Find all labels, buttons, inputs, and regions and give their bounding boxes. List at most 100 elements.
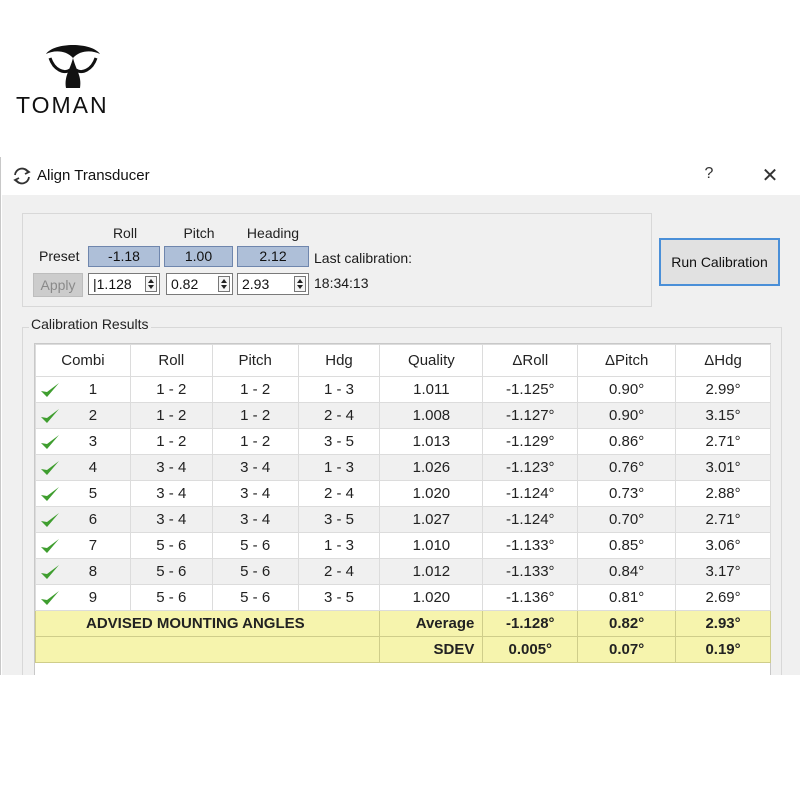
spin-up-icon[interactable] xyxy=(148,279,154,283)
spin-down-icon[interactable] xyxy=(148,285,154,289)
spin-up-icon[interactable] xyxy=(221,279,227,283)
checkmark-icon xyxy=(41,409,59,423)
checkmark-icon xyxy=(41,565,59,579)
combi-cell: 9 xyxy=(35,584,131,611)
toman-logo-text: TOMAN xyxy=(16,92,109,118)
combi-cell: 8 xyxy=(35,558,131,585)
table-cell: 1 - 2 xyxy=(211,428,299,455)
table-cell: -1.123° xyxy=(482,454,579,481)
spin-down-icon[interactable] xyxy=(221,285,227,289)
run-calibration-button[interactable]: Run Calibration xyxy=(659,238,780,286)
close-button[interactable]: ✕ xyxy=(759,163,781,187)
preset-pitch-value: 1.00 xyxy=(164,246,233,267)
column-header[interactable]: Pitch xyxy=(211,344,299,377)
table-cell: 3.15° xyxy=(675,402,771,429)
table-cell: -1.136° xyxy=(482,584,579,611)
roll-input[interactable]: |1.128 xyxy=(88,273,160,295)
table-cell: 5 - 6 xyxy=(211,558,299,585)
column-header[interactable]: Combi xyxy=(35,344,131,377)
table-row[interactable]: 43 - 43 - 41 - 3 1.026 -1.123° 0.76° 3.01° xyxy=(35,454,771,481)
table-cell: 2.88° xyxy=(675,480,771,507)
checkmark-icon xyxy=(41,539,59,553)
heading-input[interactable]: 2.93 xyxy=(237,273,309,295)
column-header[interactable]: Quality xyxy=(379,344,484,377)
table-cell: 3 - 5 xyxy=(297,506,381,533)
table-cell: 0.86° xyxy=(577,428,677,455)
table-cell: 1.026 xyxy=(379,454,484,481)
checkmark-icon xyxy=(41,591,59,605)
pitch-input-value: 0.82 xyxy=(171,276,199,292)
table-row[interactable]: 95 - 65 - 63 - 5 1.020 -1.136° 0.81° 2.69° xyxy=(35,584,771,611)
column-header[interactable]: Roll xyxy=(129,344,213,377)
average-row: ADVISED MOUNTING ANGLES Average -1.128° 0.8… xyxy=(34,610,771,637)
sdev-hdg: 0.19° xyxy=(675,636,771,663)
table-cell: 3.01° xyxy=(675,454,771,481)
pitch-column-header: Pitch xyxy=(183,225,215,241)
help-button[interactable]: ? xyxy=(699,165,719,187)
roll-input-value: |1.128 xyxy=(93,276,132,292)
table-cell: -1.127° xyxy=(482,402,579,429)
table-row[interactable]: 53 - 43 - 42 - 4 1.020 -1.124° 0.73° 2.88° xyxy=(35,480,771,507)
combi-cell: 2 xyxy=(35,402,131,429)
roll-spin-buttons[interactable] xyxy=(145,276,157,292)
table-cell: 1.020 xyxy=(379,480,484,507)
dialog-client-area: Roll Pitch Heading Preset -1.18 1.00 2.1… xyxy=(2,195,800,675)
table-cell: 1.013 xyxy=(379,428,484,455)
table-cell: 0.85° xyxy=(577,532,677,559)
table-cell: 2.71° xyxy=(675,428,771,455)
column-header[interactable]: ΔPitch xyxy=(577,344,677,377)
window-title: Align Transducer xyxy=(37,167,150,184)
column-header[interactable]: ΔHdg xyxy=(675,344,771,377)
table-cell: 2 - 4 xyxy=(297,558,381,585)
table-cell: -1.133° xyxy=(482,532,579,559)
table-cell: 0.81° xyxy=(577,584,677,611)
checkmark-icon xyxy=(41,435,59,449)
average-roll: -1.128° xyxy=(482,610,579,637)
pitch-spin-buttons[interactable] xyxy=(218,276,230,292)
table-cell: 5 - 6 xyxy=(129,558,213,585)
table-row[interactable]: 75 - 65 - 61 - 3 1.010 -1.133° 0.85° 3.06° xyxy=(35,532,771,559)
table-cell: 3.17° xyxy=(675,558,771,585)
last-calibration-label: Last calibration: xyxy=(314,250,413,266)
table-row[interactable]: 21 - 21 - 22 - 4 1.008 -1.127° 0.90° 3.15° xyxy=(35,402,771,429)
spin-down-icon[interactable] xyxy=(297,285,303,289)
table-cell: 1.012 xyxy=(379,558,484,585)
table-cell: 1 - 3 xyxy=(297,532,381,559)
table-cell: -1.129° xyxy=(482,428,579,455)
title-bar: Align Transducer ? ✕ xyxy=(1,157,800,195)
last-calibration-time: 18:34:13 xyxy=(314,275,369,291)
toman-logo-mark-icon xyxy=(46,45,100,88)
table-row[interactable]: 31 - 21 - 23 - 5 1.013 -1.129° 0.86° 2.71° xyxy=(35,428,771,455)
average-pitch: 0.82° xyxy=(577,610,677,637)
sdev-pitch: 0.07° xyxy=(577,636,677,663)
table-cell: 5 - 6 xyxy=(211,532,299,559)
table-cell: 2 - 4 xyxy=(297,402,381,429)
table-cell: 3 - 5 xyxy=(297,584,381,611)
checkmark-icon xyxy=(41,487,59,501)
column-header[interactable]: ΔRoll xyxy=(482,344,579,377)
checkmark-icon xyxy=(41,461,59,475)
table-cell: 5 - 6 xyxy=(211,584,299,611)
table-cell: 3 - 5 xyxy=(297,428,381,455)
table-header-row: Combi Roll Pitch Hdg Quality ΔRoll ΔPitc… xyxy=(35,344,771,377)
heading-spin-buttons[interactable] xyxy=(294,276,306,292)
table-row[interactable]: 11 - 21 - 21 - 3 1.011 -1.125° 0.90° 2.99° xyxy=(35,376,771,403)
table-cell: 1 - 2 xyxy=(211,376,299,403)
sdev-label: SDEV xyxy=(379,636,484,663)
table-row[interactable]: 63 - 43 - 43 - 5 1.027 -1.124° 0.70° 2.71° xyxy=(35,506,771,533)
table-cell: 1 - 2 xyxy=(129,376,213,403)
spin-up-icon[interactable] xyxy=(297,279,303,283)
table-row[interactable]: 85 - 65 - 62 - 4 1.012 -1.133° 0.84° 3.17° xyxy=(35,558,771,585)
combi-cell: 3 xyxy=(35,428,131,455)
apply-button[interactable]: Apply xyxy=(33,273,83,297)
pitch-input[interactable]: 0.82 xyxy=(166,273,233,295)
table-cell: 5 - 6 xyxy=(129,584,213,611)
table-cell: 1.027 xyxy=(379,506,484,533)
table-cell: -1.125° xyxy=(482,376,579,403)
column-header[interactable]: Hdg xyxy=(297,344,381,377)
table-cell: 1 - 3 xyxy=(297,376,381,403)
table-cell: 1.011 xyxy=(379,376,484,403)
table-cell: 3 - 4 xyxy=(211,454,299,481)
align-transducer-dialog: Align Transducer ? ✕ Roll Pitch Heading … xyxy=(0,157,800,675)
combi-cell: 4 xyxy=(35,454,131,481)
